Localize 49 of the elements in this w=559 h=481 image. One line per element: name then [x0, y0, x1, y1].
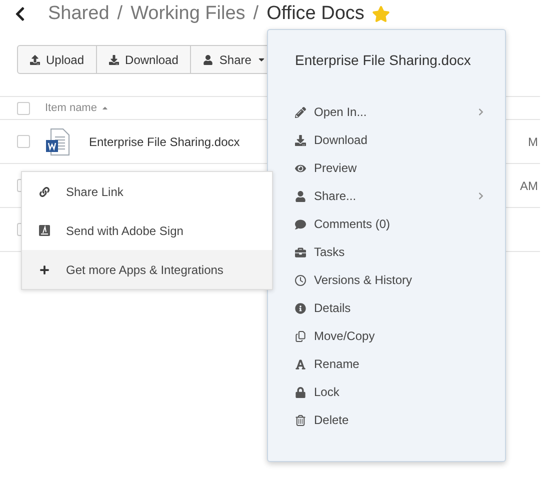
breadcrumb-separator: / — [253, 2, 259, 26]
checkbox[interactable] — [17, 102, 30, 114]
briefcase-icon — [295, 246, 306, 258]
menu-item[interactable]: Delete — [295, 406, 485, 434]
toolbar-button[interactable]: Upload — [17, 45, 98, 74]
info-icon — [295, 302, 306, 314]
breadcrumb-separator: / — [117, 2, 123, 26]
checkbox[interactable] — [17, 135, 30, 148]
menu-item[interactable]: Details — [295, 294, 485, 322]
download-icon — [109, 54, 120, 64]
breadcrumb-item[interactable]: Working Files — [130, 0, 246, 28]
signature-icon — [39, 225, 50, 236]
modified-time: AM — [520, 178, 539, 194]
modified-time: M — [528, 134, 539, 150]
eye-icon — [295, 162, 306, 174]
menu-item[interactable]: Move/Copy — [295, 322, 485, 350]
share-menu-item[interactable]: Get more Apps & Integrations — [22, 250, 272, 289]
upload-icon — [30, 54, 40, 64]
star-icon[interactable] — [372, 5, 390, 23]
toolbar-button[interactable]: Download — [97, 45, 192, 74]
menu-item[interactable]: Lock — [295, 378, 485, 406]
letter-icon — [295, 358, 306, 370]
menu-item[interactable]: Download — [295, 126, 485, 154]
plus-icon — [39, 264, 50, 274]
lock-icon — [295, 386, 306, 398]
download-icon — [295, 134, 306, 146]
breadcrumb-item[interactable]: Shared — [48, 0, 110, 28]
menu-title: Enterprise File Sharing.docx — [295, 51, 471, 70]
person-icon — [203, 54, 214, 64]
file-name[interactable]: Enterprise File Sharing.docx — [89, 132, 240, 150]
menu-item[interactable]: Share... — [295, 182, 485, 210]
share-menu-item[interactable]: Send with Adobe Sign — [22, 211, 272, 250]
menu-item[interactable]: Comments (0) — [295, 210, 485, 238]
trash-icon — [295, 414, 306, 426]
clock-icon — [295, 274, 306, 286]
speech-bubble-icon — [295, 218, 306, 230]
menu-item[interactable]: Versions & History — [295, 266, 485, 294]
menu-item[interactable]: Rename — [295, 350, 485, 378]
link-icon — [39, 186, 50, 196]
document-icon — [46, 128, 70, 156]
copy-icon — [295, 330, 306, 342]
menu-item[interactable]: Open In... — [295, 98, 485, 126]
person-icon — [295, 190, 306, 202]
breadcrumb-item[interactable]: Office Docs — [266, 0, 364, 28]
pencil-icon — [295, 106, 306, 118]
menu-item[interactable]: Preview — [295, 154, 485, 182]
column-header[interactable]: Item name — [45, 100, 109, 116]
menu-item[interactable]: Tasks — [295, 238, 485, 266]
share-menu-item[interactable]: Share Link — [22, 172, 272, 211]
